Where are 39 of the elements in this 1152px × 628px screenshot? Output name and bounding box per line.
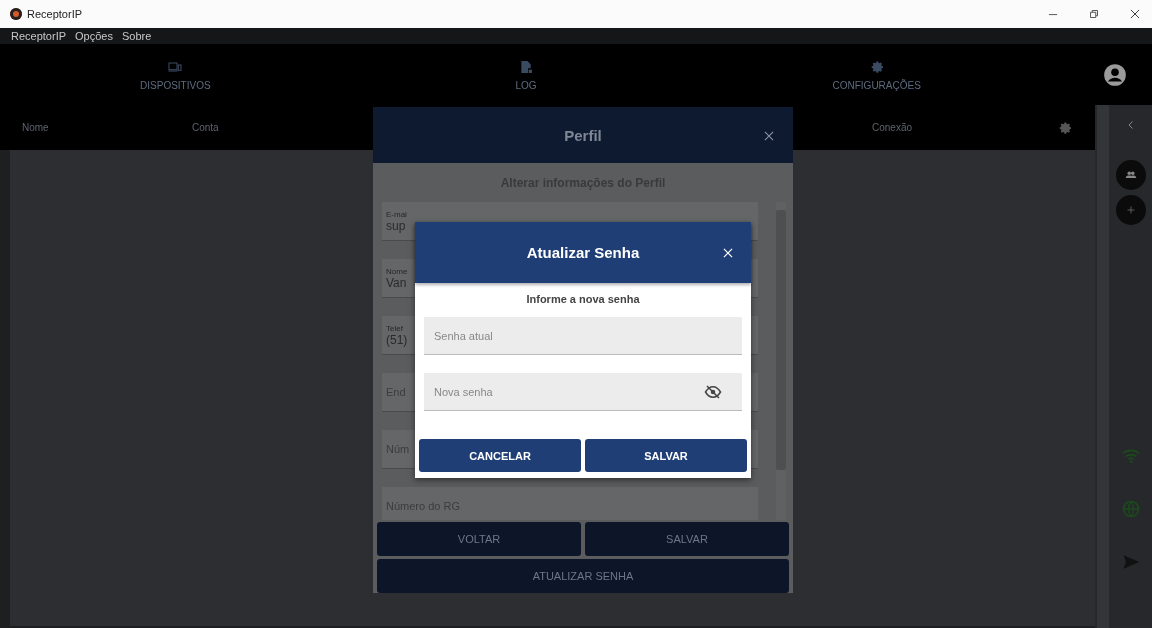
field-value: sup bbox=[386, 218, 407, 233]
password-field[interactable]: Senha atual bbox=[424, 317, 742, 354]
field-label: Telef bbox=[386, 323, 404, 333]
nav-tab[interactable]: CONFIGURAÇÕES bbox=[701, 58, 1052, 91]
account-icon[interactable] bbox=[1102, 61, 1128, 88]
field-value: Van bbox=[386, 275, 408, 290]
window-title: ReceptorIP bbox=[27, 8, 83, 20]
dialog-title: Atualizar Senha bbox=[526, 244, 640, 261]
update-password-button[interactable]: ATUALIZAR SENHA bbox=[377, 559, 789, 593]
column-header: Conta bbox=[192, 122, 220, 133]
tab-label: DISPOSITIVOS bbox=[140, 79, 211, 91]
tab-label: LOG bbox=[515, 79, 537, 91]
document-icon bbox=[518, 58, 534, 75]
save-button[interactable]: SALVAR bbox=[585, 522, 789, 556]
app-logo-icon bbox=[10, 8, 22, 20]
dialog-title: Perfil bbox=[564, 126, 602, 144]
field-label: Nome bbox=[386, 266, 408, 276]
group-button[interactable] bbox=[1115, 160, 1146, 190]
back-button[interactable]: VOLTAR bbox=[377, 522, 581, 556]
menu-item[interactable]: Sobre bbox=[121, 30, 152, 42]
close-icon[interactable] bbox=[1128, 7, 1142, 21]
nav-tab[interactable]: DISPOSITIVOS bbox=[0, 58, 351, 91]
nav-tab[interactable]: LOG bbox=[350, 58, 702, 91]
close-icon[interactable] bbox=[721, 246, 735, 260]
column-header: Nome bbox=[22, 122, 50, 133]
eye-off-icon[interactable] bbox=[704, 382, 722, 401]
save-button[interactable]: SALVAR bbox=[585, 439, 747, 472]
tab-label: CONFIGURAÇÕES bbox=[832, 79, 921, 91]
field-value: (51) bbox=[386, 332, 408, 347]
gear-icon[interactable] bbox=[1057, 119, 1073, 136]
menu-item[interactable]: ReceptorIP bbox=[11, 30, 67, 42]
column-header: Conexão bbox=[872, 122, 914, 133]
restore-icon[interactable] bbox=[1087, 7, 1101, 21]
menu-item[interactable]: Opções bbox=[75, 30, 113, 42]
globe-icon bbox=[1120, 499, 1141, 519]
dialog-subtitle: Informe a nova senha bbox=[525, 292, 641, 307]
cancel-button[interactable]: CANCELAR bbox=[419, 439, 581, 472]
scrollbar[interactable] bbox=[1097, 105, 1109, 628]
close-icon[interactable] bbox=[762, 129, 776, 143]
